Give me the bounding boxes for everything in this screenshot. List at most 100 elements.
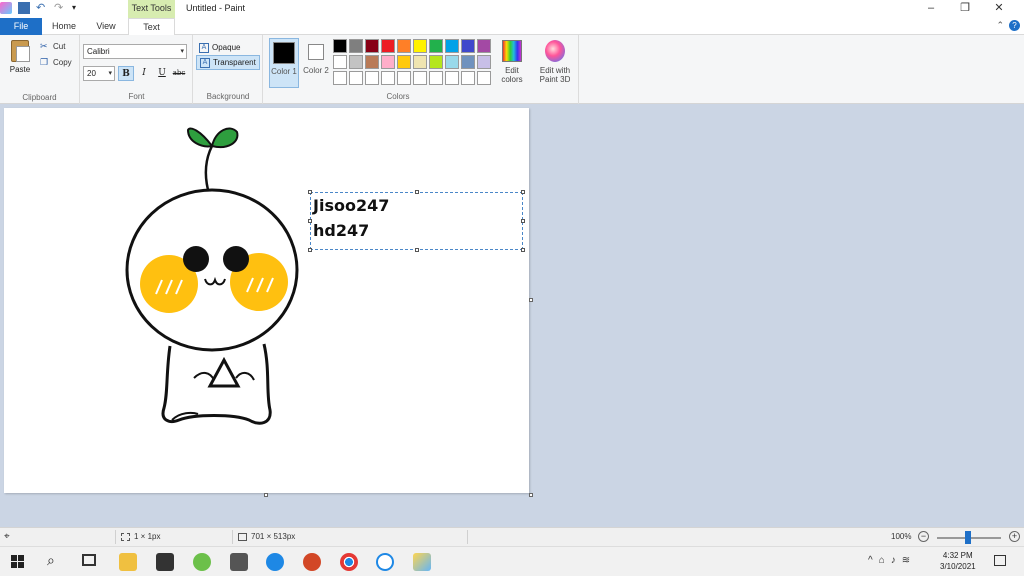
restore-button[interactable]: ❐ — [948, 0, 982, 18]
powerpoint-icon[interactable] — [303, 553, 321, 571]
opaque-option[interactable]: A Opaque — [196, 40, 243, 55]
chrome-icon[interactable] — [340, 553, 358, 571]
task-view-icon[interactable] — [82, 554, 96, 566]
color1-button[interactable]: Color 1 — [269, 38, 299, 88]
palette-color-swatch[interactable] — [445, 55, 459, 69]
textbox-handle-tr[interactable] — [521, 190, 525, 194]
browser-blue-icon[interactable] — [266, 553, 284, 571]
copy-button[interactable]: ❐ Copy — [40, 57, 72, 67]
palette-color-swatch[interactable] — [349, 71, 363, 85]
font-size-select[interactable]: 20 ▾ — [83, 66, 115, 81]
palette-color-swatch[interactable] — [461, 71, 475, 85]
textbox-handle-bl[interactable] — [308, 248, 312, 252]
notifications-icon[interactable] — [994, 555, 1006, 566]
transparent-option[interactable]: A Transparent — [196, 55, 260, 70]
palette-color-swatch[interactable] — [365, 55, 379, 69]
palette-color-swatch[interactable] — [461, 55, 475, 69]
palette-color-swatch[interactable] — [429, 71, 443, 85]
palette-color-swatch[interactable] — [477, 71, 491, 85]
paint-taskbar-icon[interactable] — [413, 553, 431, 571]
zalo-icon[interactable] — [376, 553, 394, 571]
palette-color-swatch[interactable] — [365, 39, 379, 53]
collapse-ribbon-icon[interactable]: ⌃ — [996, 20, 1004, 31]
cut-button[interactable]: ✂ Cut — [40, 41, 65, 51]
palette-color-swatch[interactable] — [349, 39, 363, 53]
palette-color-swatch[interactable] — [381, 71, 395, 85]
system-tray: ^ ⌂ ♪ ≋ — [868, 555, 910, 566]
paint-app-icon[interactable] — [0, 2, 12, 14]
search-icon[interactable]: ⌕ — [47, 552, 55, 569]
bold-button[interactable]: B — [118, 66, 134, 81]
palette-color-swatch[interactable] — [477, 39, 491, 53]
palette-color-swatch[interactable] — [445, 39, 459, 53]
color2-button[interactable]: Color 2 — [301, 38, 331, 88]
textbox-handle-bm[interactable] — [415, 248, 419, 252]
palette-color-swatch[interactable] — [397, 39, 411, 53]
canvas-resize-handle-bottom[interactable] — [264, 493, 268, 497]
underline-button[interactable]: U — [154, 66, 170, 81]
minimize-button[interactable]: – — [914, 0, 948, 18]
drawing-canvas[interactable]: Jisoo247 hd247 — [4, 108, 529, 493]
textbox-handle-br[interactable] — [521, 248, 525, 252]
tab-home[interactable]: Home — [44, 18, 84, 35]
italic-button[interactable]: I — [136, 66, 152, 81]
color1-swatch — [273, 42, 295, 64]
textbox-handle-mr[interactable] — [521, 219, 525, 223]
palette-color-swatch[interactable] — [333, 39, 347, 53]
textbox-handle-ml[interactable] — [308, 219, 312, 223]
palette-color-swatch[interactable] — [381, 39, 395, 53]
zoom-in-button[interactable]: + — [1009, 531, 1020, 542]
calculator-icon[interactable] — [230, 553, 248, 571]
paste-button[interactable]: Paste — [6, 40, 34, 82]
canvas-resize-handle-right[interactable] — [529, 298, 533, 302]
crosshair-icon: ⌖ — [4, 531, 10, 542]
palette-color-swatch[interactable] — [381, 55, 395, 69]
edit-paint3d-label: Edit with Paint 3D — [539, 66, 571, 84]
palette-color-swatch[interactable] — [397, 71, 411, 85]
close-button[interactable]: ✕ — [982, 0, 1016, 18]
save-icon[interactable] — [18, 2, 30, 14]
help-icon[interactable]: ? — [1009, 20, 1020, 31]
colors-group-label: Colors — [386, 92, 410, 101]
store-icon[interactable] — [156, 553, 174, 571]
tab-view[interactable]: View — [86, 18, 126, 35]
textbox-handle-tl[interactable] — [308, 190, 312, 194]
clock[interactable]: 4:32 PM 3/10/2021 — [940, 550, 976, 572]
palette-color-swatch[interactable] — [461, 39, 475, 53]
palette-color-swatch[interactable] — [429, 39, 443, 53]
zoom-out-button[interactable]: − — [918, 531, 929, 542]
palette-color-swatch[interactable] — [349, 55, 363, 69]
wifi-icon[interactable]: ≋ — [902, 555, 910, 566]
strikethrough-button[interactable]: abc — [171, 66, 187, 81]
file-explorer-icon[interactable] — [119, 553, 137, 571]
palette-color-swatch[interactable] — [477, 55, 491, 69]
palette-color-swatch[interactable] — [413, 55, 427, 69]
palette-color-swatch[interactable] — [413, 39, 427, 53]
palette-color-swatch[interactable] — [365, 71, 379, 85]
text-box[interactable]: Jisoo247 hd247 — [308, 190, 525, 252]
tab-file[interactable]: File — [0, 18, 42, 35]
tab-text[interactable]: Text — [128, 18, 175, 36]
undo-icon[interactable]: ↶ — [36, 2, 48, 14]
canvas-resize-handle-corner[interactable] — [529, 493, 533, 497]
redo-icon[interactable]: ↷ — [54, 2, 66, 14]
palette-color-swatch[interactable] — [429, 55, 443, 69]
palette-color-swatch[interactable] — [333, 55, 347, 69]
app-green-icon[interactable] — [193, 553, 211, 571]
chevron-down-icon: ▾ — [108, 70, 112, 77]
left-leaf — [186, 127, 214, 148]
palette-color-swatch[interactable] — [445, 71, 459, 85]
edit-with-paint3d-button[interactable]: Edit with Paint 3D — [536, 40, 574, 84]
font-family-select[interactable]: Calibri ▾ — [83, 44, 187, 59]
textbox-handle-tm[interactable] — [415, 190, 419, 194]
palette-color-swatch[interactable] — [413, 71, 427, 85]
windows-start-icon[interactable] — [11, 555, 25, 569]
customize-qat-icon[interactable]: ▾ — [72, 2, 84, 14]
edit-colors-button[interactable]: Edit colors — [498, 40, 526, 84]
zoom-slider-thumb[interactable] — [965, 531, 971, 544]
network-icon[interactable]: ⌂ — [879, 555, 885, 566]
palette-color-swatch[interactable] — [397, 55, 411, 69]
palette-color-swatch[interactable] — [333, 71, 347, 85]
chevron-up-icon[interactable]: ^ — [868, 555, 873, 566]
volume-icon[interactable]: ♪ — [891, 555, 896, 566]
